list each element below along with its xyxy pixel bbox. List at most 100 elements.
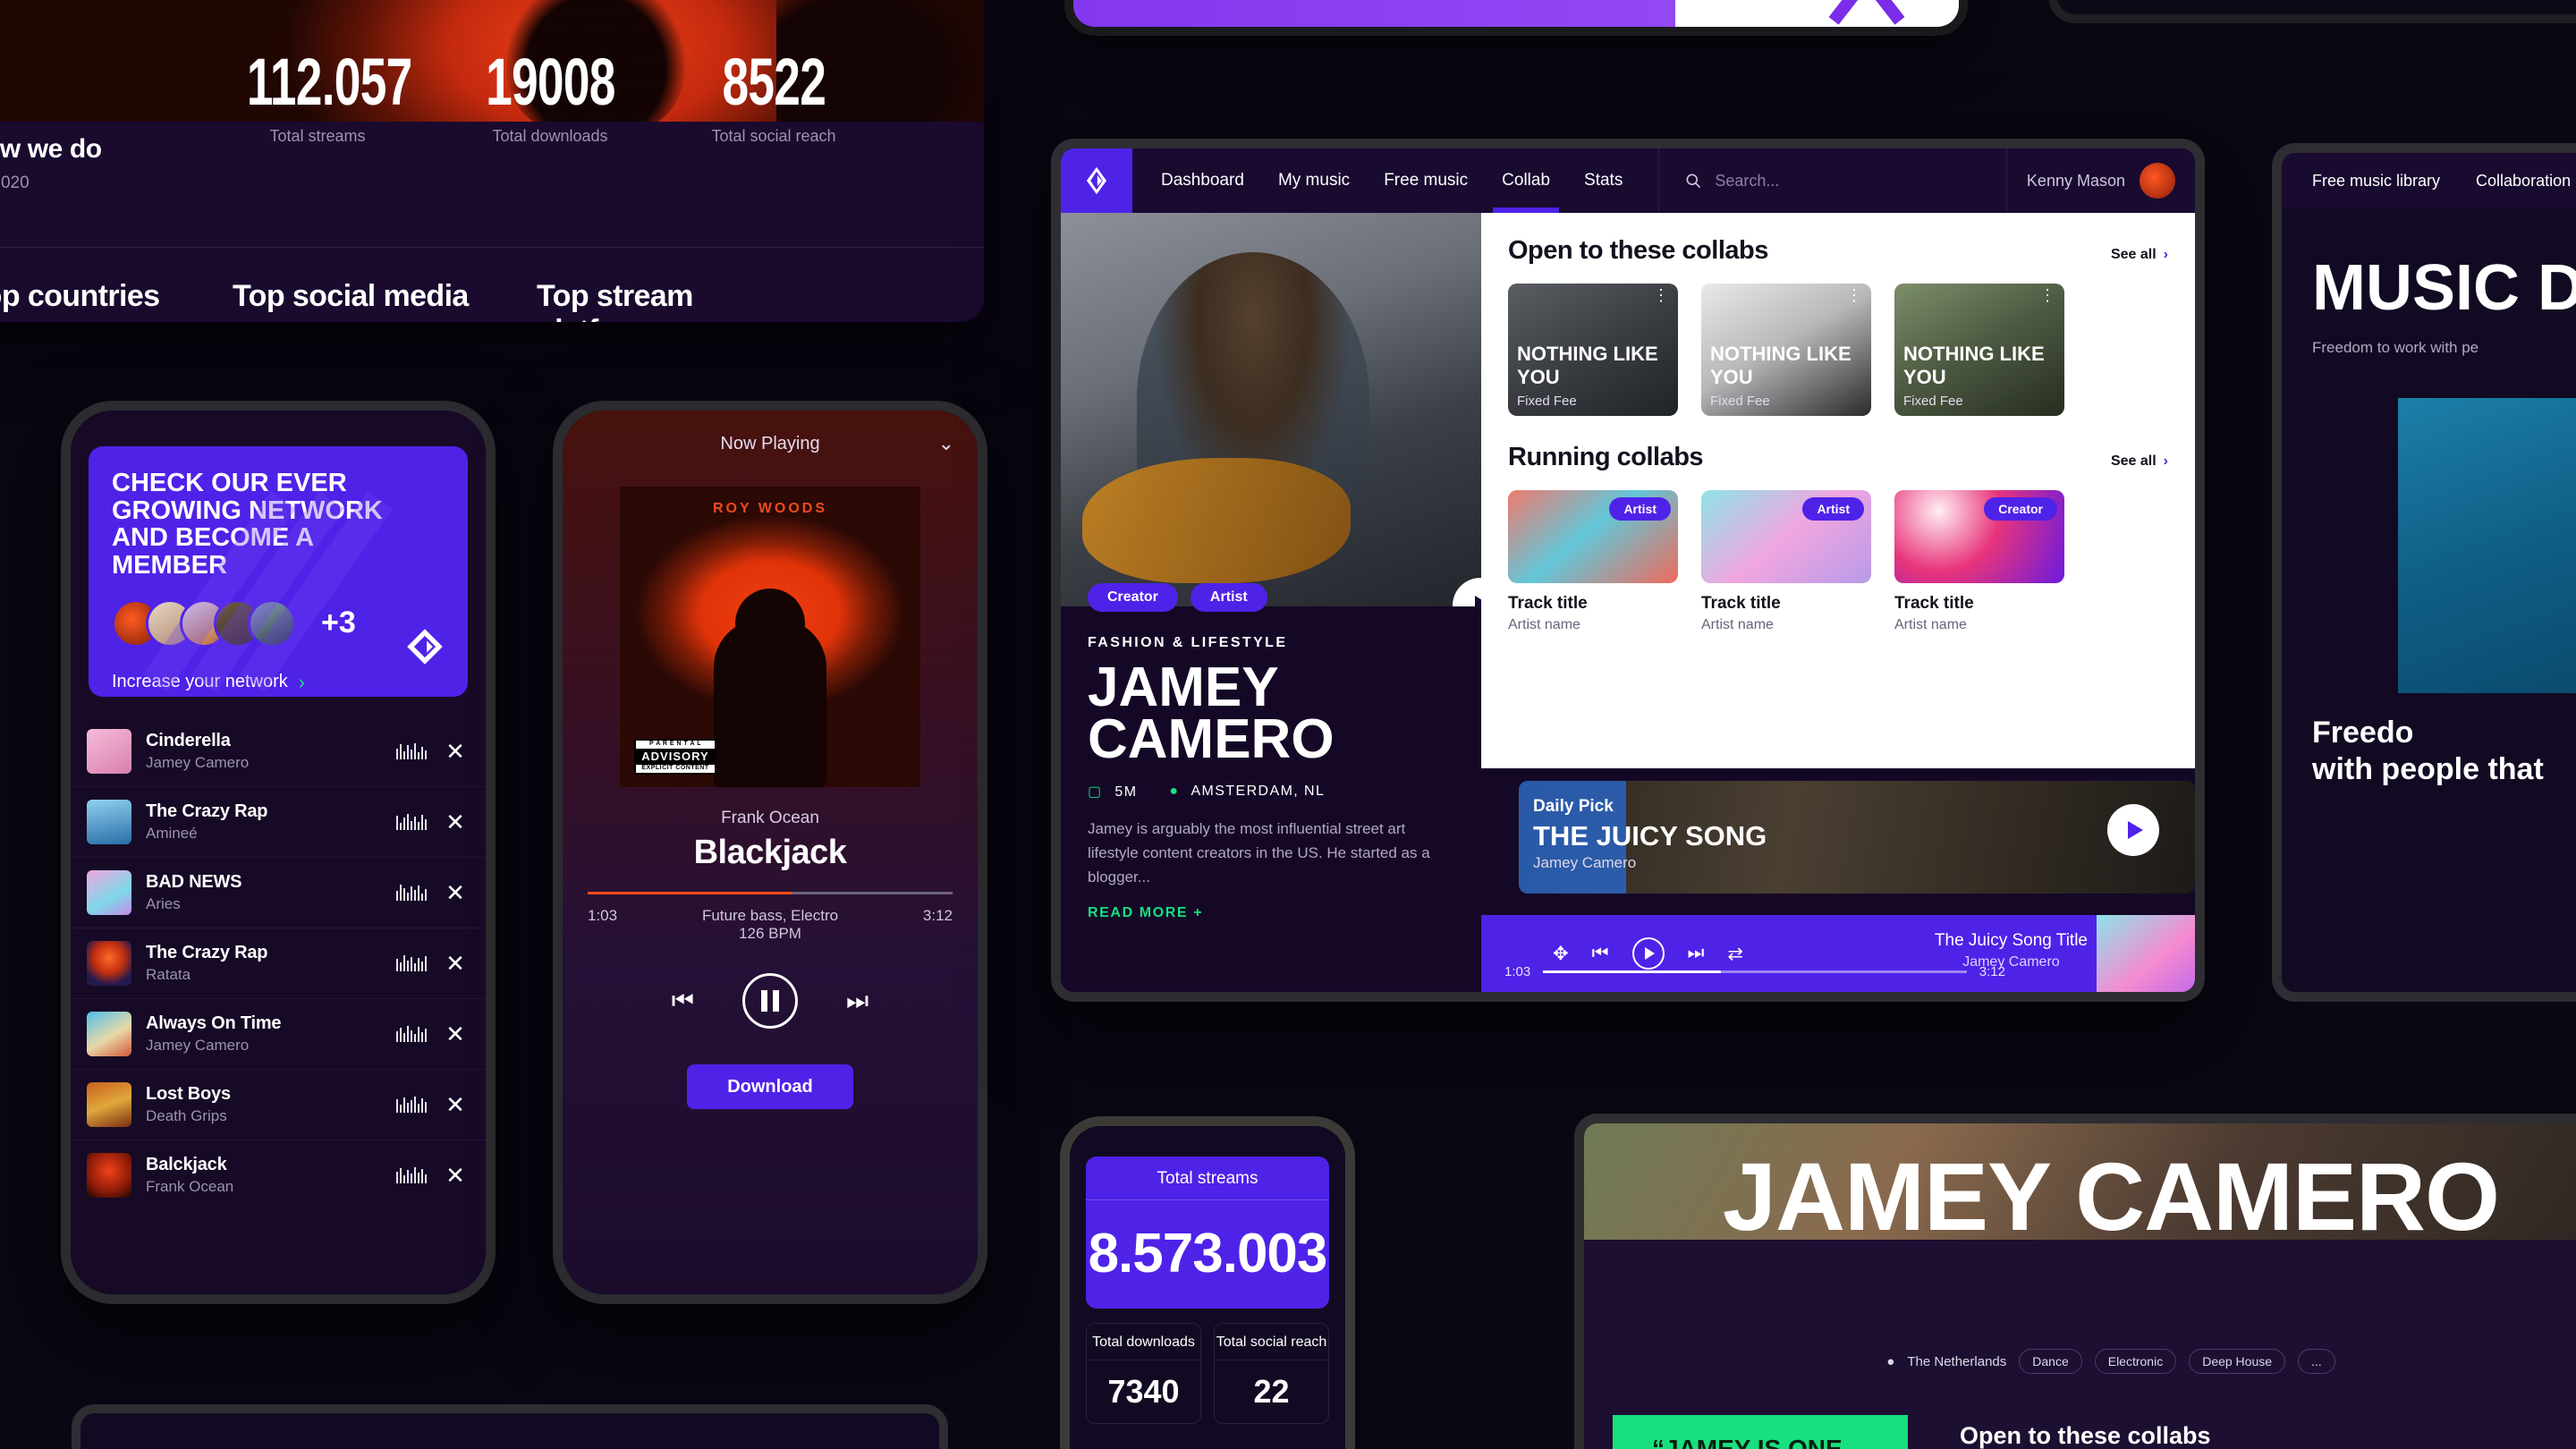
more-vertical-icon[interactable]: ⋮	[1653, 287, 1669, 303]
close-icon[interactable]: ✕	[441, 1021, 470, 1048]
download-button[interactable]: Download	[687, 1064, 853, 1109]
nav-item-collaboration[interactable]: Collaboration	[2476, 172, 2571, 191]
running-collabs-section: Running collabs See all › Artist Track t…	[1481, 416, 2195, 633]
list-item[interactable]: ⋮ NOTHING LIKE YOU Fixed Fee	[1701, 284, 1871, 416]
repeat-icon[interactable]: ⇄	[1727, 943, 1743, 965]
tablet-hero: MUSIC DIS Freedom to work with pe	[2282, 208, 2576, 357]
pause-icon[interactable]	[742, 973, 798, 1029]
close-icon[interactable]: ✕	[441, 738, 470, 766]
discovery-tablet-window: Free music library Collaboration MUSIC D…	[2272, 143, 2576, 1002]
promo-banner[interactable]: give it a try by signing up today.	[1073, 0, 1959, 27]
nav-item-free-music-library[interactable]: Free music library	[2312, 172, 2440, 191]
list-item[interactable]: ⋮ NOTHING LIKE YOU Fixed Fee	[1894, 284, 2064, 416]
tag-creator[interactable]: Creator	[1088, 583, 1178, 612]
nav-item-dashboard[interactable]: Dashboard	[1161, 148, 1244, 213]
see-all-running-collabs[interactable]: See all ›	[2111, 453, 2168, 470]
bottom-device-sliver	[72, 1404, 948, 1449]
skip-previous-icon[interactable]: ⏮	[672, 987, 694, 1016]
advisory-line-2: ADVISORY	[636, 749, 715, 766]
seek-bar[interactable]	[588, 892, 953, 894]
genre-chip-more[interactable]: ...	[2298, 1349, 2335, 1374]
dashboard-body: how we do 09.2020 112.057 Total streams …	[0, 48, 984, 322]
skip-next-icon[interactable]: ⏭	[846, 987, 869, 1016]
skip-previous-icon[interactable]: ⏮	[1592, 943, 1609, 964]
table-row[interactable]: Lost Boys Death Grips ✕	[71, 1070, 486, 1140]
stat-label: Total downloads	[492, 127, 608, 146]
breakdown-title: Top social media	[233, 279, 469, 313]
section-heading: Running collabs	[1508, 443, 1704, 471]
brand-diamond-icon[interactable]	[1061, 148, 1132, 213]
album-cover	[87, 1012, 131, 1056]
table-row[interactable]: Balckjack Frank Ocean ✕	[71, 1140, 486, 1210]
phone-tracklist-device: CHECK OUR EVER GROWING NETWORK AND BECOM…	[61, 401, 496, 1304]
play-icon[interactable]: ▶	[2111, 0, 2124, 2]
search-field[interactable]: Search...	[1658, 148, 2006, 213]
nav-item-free-music[interactable]: Free music	[1384, 148, 1468, 213]
daily-pick-banner[interactable]: Daily Pick THE JUICY SONG Jamey Camero	[1519, 781, 2195, 894]
stat-value: 7340	[1107, 1373, 1180, 1410]
album-cover	[87, 729, 131, 774]
close-icon[interactable]: ✕	[441, 809, 470, 836]
genre-chip-deep-house[interactable]: Deep House	[2189, 1349, 2286, 1374]
chevron-down-icon[interactable]: ⌄	[938, 432, 954, 455]
close-icon[interactable]: ✕	[441, 1091, 470, 1119]
nav-item-collab[interactable]: Collab	[1493, 148, 1559, 213]
dashboard-title: how we do	[0, 134, 102, 164]
seek-rail[interactable]	[1543, 970, 1967, 973]
table-row[interactable]: Always On Time Jamey Camero ✕	[71, 999, 486, 1070]
see-all-open-collabs[interactable]: See all ›	[2111, 247, 2168, 263]
album-cover	[87, 1082, 131, 1127]
close-icon[interactable]: ✕	[441, 879, 470, 907]
nav-item-my-music[interactable]: My music	[1278, 148, 1350, 213]
track-title: BAD NEWS	[146, 872, 242, 892]
close-icon[interactable]: ✕	[441, 1162, 470, 1190]
network-promo-card[interactable]: CHECK OUR EVER GROWING NETWORK AND BECOM…	[89, 446, 468, 697]
equalizer-icon	[396, 1097, 427, 1113]
close-icon[interactable]: ✕	[441, 950, 470, 978]
genre-chip-electronic[interactable]: Electronic	[2094, 1349, 2177, 1374]
more-vertical-icon[interactable]: ⋮	[2039, 287, 2055, 303]
table-row[interactable]: The Crazy Rap Amineé ✕	[71, 787, 486, 858]
list-item[interactable]: ⋮ NOTHING LIKE YOU Fixed Fee	[1508, 284, 1678, 416]
open-collab-cards: ⋮ NOTHING LIKE YOU Fixed Fee ⋮ NOTHING L…	[1508, 284, 2168, 416]
album-cover	[87, 800, 131, 844]
track-genre: Future bass, Electro	[701, 907, 839, 924]
collab-fee: Fixed Fee	[1710, 394, 1770, 409]
equalizer-icon	[396, 885, 427, 901]
album-artwork: ROY WOODS P A R E N T A L ADVISORY EXPLI…	[620, 487, 920, 787]
skip-previous-icon[interactable]: ⏮	[2080, 0, 2097, 1]
profile-tags: Creator Artist	[1061, 583, 1481, 612]
section-heading: Open to these collabs	[1960, 1422, 2211, 1449]
user-name: Kenny Mason	[2026, 171, 2125, 190]
list-item[interactable]: Creator Track title Artist name	[1894, 490, 2064, 633]
tag-artist[interactable]: Artist	[1190, 583, 1267, 612]
more-vertical-icon[interactable]: ⋮	[1846, 287, 1862, 303]
total-downloads-card: Total downloads 7340	[1086, 1323, 1201, 1424]
divider	[0, 247, 984, 248]
profile-name: JAMEY CAMERO	[1088, 657, 1335, 771]
artist-page-window: JAMEY CAMERO ● The Netherlands Dance Ele…	[1574, 1114, 2576, 1449]
list-item[interactable]: Artist Track title Artist name	[1701, 490, 1871, 633]
table-row[interactable]: Cinderella Jamey Camero ✕	[71, 716, 486, 787]
player-controls: ⏮ ⏭	[563, 973, 978, 1029]
shuffle-icon[interactable]: ✥	[1553, 943, 1569, 965]
artist-quote-text: “JAMEY IS ONE	[1652, 1435, 1843, 1449]
user-menu[interactable]: Kenny Mason	[2005, 148, 2195, 213]
playbar-seek[interactable]: 1:03 3:12	[1504, 964, 2005, 979]
nav-item-stats[interactable]: Stats	[1584, 148, 1623, 213]
table-row[interactable]: The Crazy Rap Ratata ✕	[71, 928, 486, 999]
track-artist: Jamey Camero	[146, 754, 250, 771]
daily-pick-artist: Jamey Camero	[1533, 854, 1637, 871]
skip-next-icon[interactable]: ⏭	[2139, 0, 2155, 1]
role-badge: Artist	[1609, 497, 1671, 521]
skip-next-icon[interactable]: ⏭	[1688, 943, 1705, 964]
chevron-right-icon: ›	[2163, 453, 2168, 469]
daily-pick-title: THE JUICY SONG	[1533, 820, 1767, 852]
table-row[interactable]: BAD NEWS Aries ✕	[71, 858, 486, 928]
track-artist: Aries	[146, 895, 181, 912]
play-icon[interactable]	[2107, 804, 2159, 856]
total-streams-card: Total streams 8.573.003	[1086, 1157, 1329, 1309]
read-more-button[interactable]: READ MORE +	[1088, 905, 1454, 921]
list-item[interactable]: Artist Track title Artist name	[1508, 490, 1678, 633]
genre-chip-dance[interactable]: Dance	[2019, 1349, 2082, 1374]
